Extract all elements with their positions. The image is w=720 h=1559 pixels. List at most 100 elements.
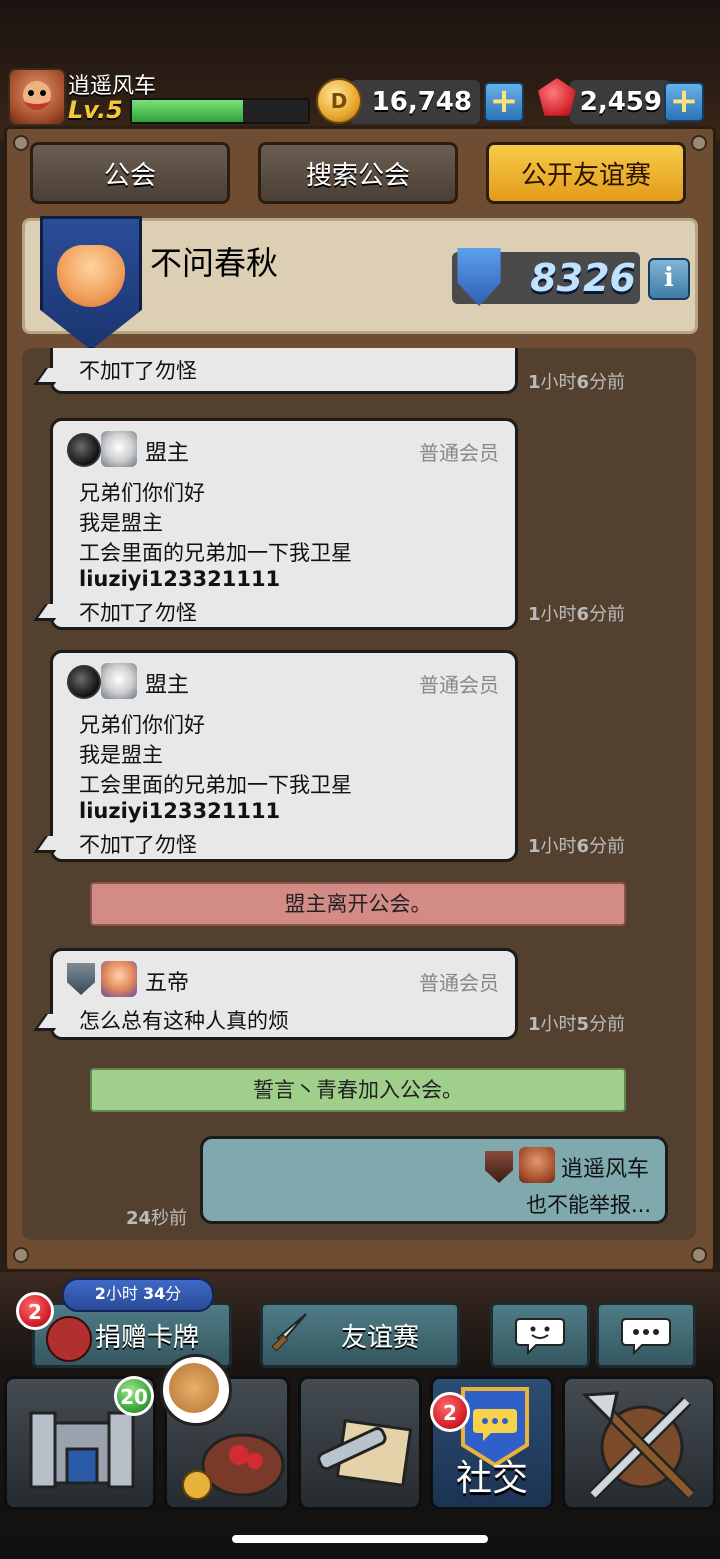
castle-badge: 20 xyxy=(114,1376,154,1416)
card-refresh-icon xyxy=(46,1316,92,1362)
xp-bar xyxy=(130,98,310,124)
time-unit: 分前 xyxy=(589,604,626,625)
tab-open-friendly[interactable]: 公开友谊赛 xyxy=(486,142,686,204)
message-line: 我是盟主 xyxy=(79,743,163,767)
home-indicator[interactable] xyxy=(232,1535,488,1543)
message-line: 不加T了勿怪 xyxy=(79,359,197,383)
smile-chat-icon xyxy=(515,1318,565,1355)
time-number: 1 xyxy=(528,372,541,393)
time-number: 1 xyxy=(528,604,541,625)
time-number: 6 xyxy=(576,604,590,625)
nav-social-label: 社交 xyxy=(455,1458,528,1499)
sender-name[interactable]: 五帝 xyxy=(145,965,189,997)
sender-name[interactable]: 盟主 xyxy=(145,667,189,699)
chat-button[interactable] xyxy=(596,1302,696,1368)
message-line: 兄弟们你们好 xyxy=(79,713,205,737)
gold-counter: 16,748 xyxy=(350,80,480,124)
bubble-tail xyxy=(33,604,66,621)
time-unit: 小时 xyxy=(540,372,577,393)
sender-name: 逍遥风车 xyxy=(561,1157,650,1182)
message-line: 怎么总有这种人真的烦 xyxy=(79,1009,289,1033)
timer-hours: 2 xyxy=(94,1284,106,1303)
time-unit: 小时 xyxy=(540,1014,577,1035)
xp-bar-fill xyxy=(132,100,243,122)
message-time: 1小时5分前 xyxy=(528,1010,625,1036)
chat-message: 盟主 普通会员 兄弟们你们好 我是盟主 工会里面的兄弟加一下我卫星 liuziy… xyxy=(33,650,518,862)
rivet xyxy=(691,135,707,151)
time-number: 6 xyxy=(576,372,590,393)
clan-info-button[interactable]: i xyxy=(648,258,690,300)
nav-battle[interactable] xyxy=(562,1376,716,1510)
message-line: 兄弟们你们好 xyxy=(79,481,205,505)
time-unit: 小时 xyxy=(540,604,577,625)
my-chat-message: 逍遥风车 也不能举报... xyxy=(200,1136,668,1224)
time-unit: 分前 xyxy=(589,1014,626,1035)
pie-icon xyxy=(169,1363,219,1413)
nav-explore[interactable] xyxy=(298,1376,422,1510)
bubble-tail xyxy=(33,368,66,385)
time-number: 24 xyxy=(126,1208,152,1229)
message-line: liuziyi123321111 xyxy=(79,799,281,823)
buy-gold-button[interactable]: + xyxy=(484,82,524,122)
eagle-avatar-icon xyxy=(101,663,137,699)
rivet xyxy=(13,1247,29,1263)
message-line: 不加T了勿怪 xyxy=(79,833,197,857)
message-line: liuziyi123321111 xyxy=(79,567,281,591)
time-unit: 小时 xyxy=(540,836,577,857)
chat-list[interactable]: liuziyi123321111 不加T了勿怪 1小时6分前 盟主 普通会员 兄… xyxy=(22,348,696,1240)
bubble-tail xyxy=(33,1014,66,1031)
sender-name[interactable]: 盟主 xyxy=(145,435,189,467)
pie-bubble xyxy=(160,1354,232,1426)
treasure-sack-icon xyxy=(182,1433,285,1500)
rank-camera-icon xyxy=(67,433,101,467)
time-unit: 分前 xyxy=(589,836,626,857)
chat-dots-icon xyxy=(621,1318,671,1355)
rivet xyxy=(691,1247,707,1263)
message-line: 工会里面的兄弟加一下我卫星 xyxy=(79,541,352,565)
time-number: 1 xyxy=(528,836,541,857)
system-message-join: 誓言丶青春加入公会。 xyxy=(90,1068,626,1112)
emote-button[interactable] xyxy=(490,1302,590,1368)
time-unit: 分前 xyxy=(589,372,626,393)
map-telescope-icon xyxy=(317,1418,413,1488)
player-avatar[interactable] xyxy=(8,68,66,126)
eagle-avatar-icon xyxy=(101,431,137,467)
donate-badge: 2 xyxy=(16,1292,54,1330)
chat-message: 盟主 普通会员 兄弟们你们好 我是盟主 工会里面的兄弟加一下我卫星 liuziy… xyxy=(33,418,518,630)
time-number: 1 xyxy=(528,1014,541,1035)
message-time: 1小时6分前 xyxy=(528,368,625,394)
girl-avatar-icon xyxy=(101,961,137,997)
social-badge: 2 xyxy=(430,1392,470,1432)
buy-gems-button[interactable]: + xyxy=(664,82,704,122)
tab-search-clan[interactable]: 搜索公会 xyxy=(258,142,458,204)
message-time: 1小时6分前 xyxy=(528,600,625,626)
tab-clan[interactable]: 公会 xyxy=(30,142,230,204)
player-avatar-icon xyxy=(23,81,51,110)
timer-hours-unit: 小时 xyxy=(105,1284,138,1303)
member-role: 普通会员 xyxy=(419,971,499,995)
rank-shield-icon xyxy=(67,963,95,995)
timer-minutes: 34 xyxy=(142,1284,166,1303)
message-line: 不加T了勿怪 xyxy=(79,601,197,625)
clan-trophy-count: 8326 xyxy=(530,256,636,300)
player-level: Lv.5 xyxy=(68,96,123,124)
message-time: 24秒前 xyxy=(126,1204,187,1230)
message-time: 1小时6分前 xyxy=(528,832,625,858)
member-role: 普通会员 xyxy=(419,673,499,697)
crossed-weapons-icon xyxy=(581,1391,696,1500)
clan-name: 不问春秋 xyxy=(150,244,279,282)
message-line: 我是盟主 xyxy=(79,511,163,535)
rank-shield-icon xyxy=(485,1151,513,1183)
rivet xyxy=(13,135,29,151)
sword-icon xyxy=(271,1313,307,1352)
message-line: 也不能举报... xyxy=(525,1193,651,1217)
member-role: 普通会员 xyxy=(419,441,499,465)
gem-counter: 2,459 xyxy=(570,80,670,124)
timer-minutes-unit: 分 xyxy=(165,1284,182,1303)
gold-coin-icon: D xyxy=(316,78,362,124)
rank-camera-icon xyxy=(67,665,101,699)
donate-label: 捐赠卡牌 xyxy=(94,1322,199,1353)
message-line: 工会里面的兄弟加一下我卫星 xyxy=(79,773,352,797)
bubble-tail xyxy=(33,836,66,853)
time-number: 5 xyxy=(576,1014,590,1035)
